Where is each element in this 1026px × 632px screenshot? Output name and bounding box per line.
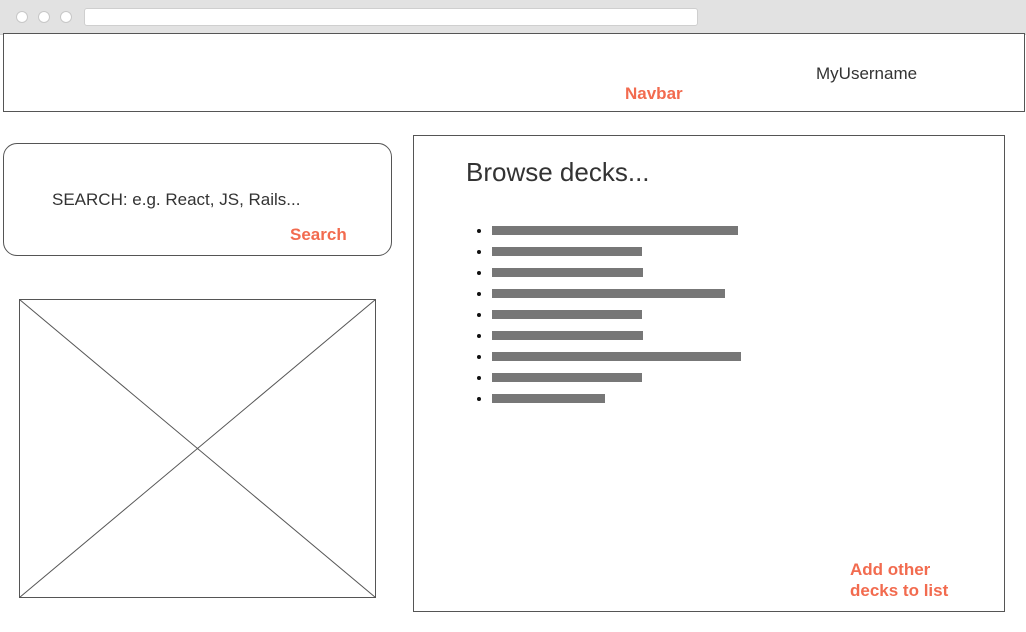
deck-placeholder-bar — [492, 289, 725, 298]
deck-placeholder-bar — [492, 226, 738, 235]
bullet-icon — [477, 397, 481, 401]
search-annotation: Search — [290, 225, 347, 244]
deck-placeholder-bar — [492, 247, 642, 256]
bullet-icon — [477, 355, 481, 359]
bullet-icon — [477, 334, 481, 338]
bullet-icon — [477, 376, 481, 380]
deck-placeholder-bar — [492, 310, 642, 319]
deck-placeholder-bar — [492, 268, 643, 277]
bullet-icon — [477, 271, 481, 275]
bullet-icon — [477, 229, 481, 233]
deck-placeholder-bar — [492, 331, 643, 340]
bullet-icon — [477, 292, 481, 296]
deck-placeholder-bar — [492, 373, 642, 382]
add-decks-annotation-line1: Add other — [850, 560, 931, 579]
deck-placeholder-bar — [492, 394, 605, 403]
browser-chrome — [0, 0, 1026, 35]
image-placeholder — [19, 299, 376, 598]
username-link[interactable]: MyUsername — [816, 64, 917, 84]
navbar-annotation: Navbar — [625, 84, 683, 103]
bullet-icon — [477, 250, 481, 254]
deck-placeholder-bar — [492, 352, 741, 361]
address-bar[interactable] — [84, 8, 698, 26]
browse-title: Browse decks... — [466, 157, 650, 187]
add-decks-annotation-line2: decks to list — [850, 581, 949, 600]
bullet-icon — [477, 313, 481, 317]
search-input[interactable]: SEARCH: e.g. React, JS, Rails... — [52, 190, 300, 210]
window-minimize-icon[interactable] — [38, 11, 50, 23]
window-close-icon[interactable] — [16, 11, 28, 23]
window-maximize-icon[interactable] — [60, 11, 72, 23]
